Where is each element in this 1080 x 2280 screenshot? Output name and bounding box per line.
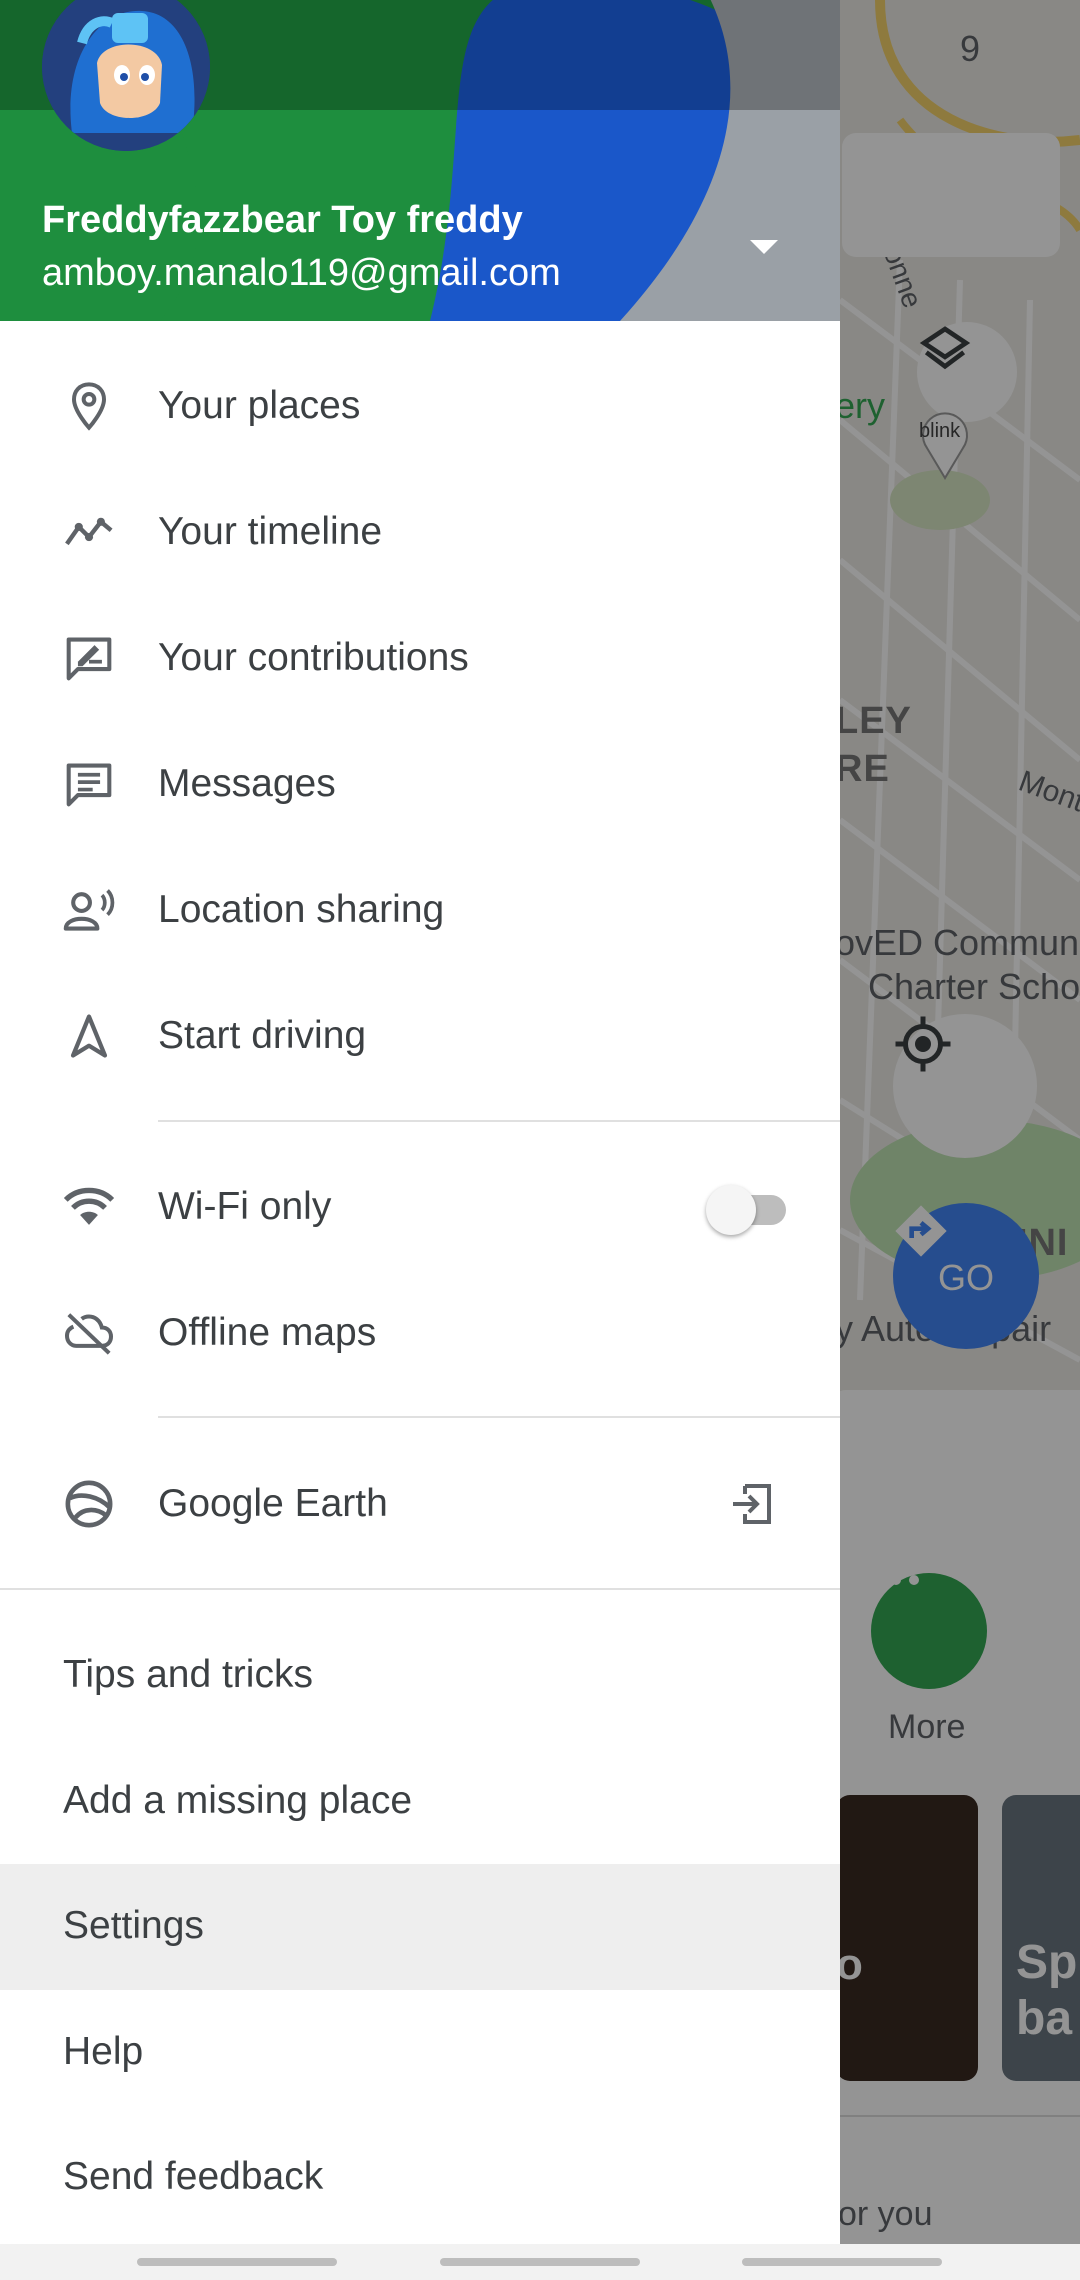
menu-item-label: Add a missing place [63, 1779, 413, 1822]
menu-item-send-feedback[interactable]: Send feedback [0, 2115, 840, 2241]
menu-item-tips-and-tricks[interactable]: Tips and tricks [0, 1613, 840, 1739]
google-earth-icon [60, 1475, 118, 1533]
menu-item-label: Offline maps [158, 1311, 377, 1354]
menu-item-label: Send feedback [63, 2155, 324, 2198]
account-email: amboy.manalo119@gmail.com [42, 252, 561, 294]
account-name: Freddyfazzbear Toy freddy [42, 199, 523, 241]
account-dropdown-icon[interactable] [744, 232, 784, 262]
menu-item-google-earth[interactable]: Google Earth [0, 1441, 840, 1567]
menu-item-label: Messages [158, 762, 336, 805]
menu-item-wifi-only[interactable]: Wi-Fi only [0, 1144, 840, 1270]
menu-item-help[interactable]: Help [0, 1990, 840, 2116]
account-header[interactable]: Freddyfazzbear Toy freddy amboy.manalo11… [0, 0, 840, 321]
menu-item-your-timeline[interactable]: Your timeline [0, 469, 840, 595]
menu-item-start-driving[interactable]: Start driving [0, 973, 840, 1099]
menu-item-label: Your places [158, 384, 361, 427]
menu-item-offline-maps[interactable]: Offline maps [0, 1270, 840, 1396]
navigation-drawer: Freddyfazzbear Toy freddy amboy.manalo11… [0, 0, 840, 2244]
place-pin-icon [60, 377, 118, 435]
system-nav-pill-left[interactable] [137, 2258, 337, 2266]
menu-item-label: Tips and tricks [63, 1653, 313, 1696]
menu-item-messages[interactable]: Messages [0, 721, 840, 847]
system-navigation-bar [0, 2244, 1080, 2280]
menu-item-label: Your contributions [158, 636, 469, 679]
menu-item-label: Your timeline [158, 510, 383, 553]
contributions-icon [60, 629, 118, 687]
menu-item-label: Start driving [158, 1014, 367, 1057]
system-nav-pill-center[interactable] [440, 2258, 640, 2266]
menu-item-settings[interactable]: Settings [0, 1864, 840, 1990]
menu-item-your-places[interactable]: Your places [0, 343, 840, 469]
timeline-icon [60, 503, 118, 561]
open-external-icon [733, 1484, 771, 1524]
navigation-arrow-icon [60, 1007, 118, 1065]
wifi-only-toggle[interactable] [706, 1179, 790, 1235]
toggle-thumb [706, 1185, 756, 1235]
menu-item-label: Google Earth [158, 1482, 388, 1525]
menu-item-label: Location sharing [158, 888, 445, 931]
menu-item-label: Wi-Fi only [158, 1185, 332, 1228]
messages-icon [60, 755, 118, 813]
wifi-icon [60, 1178, 118, 1236]
menu-item-label: Help [63, 2030, 144, 2073]
location-sharing-icon [60, 881, 118, 939]
menu-item-your-contributions[interactable]: Your contributions [0, 595, 840, 721]
divider [158, 1120, 840, 1122]
menu-item-add-missing-place[interactable]: Add a missing place [0, 1739, 840, 1865]
cloud-off-icon [60, 1304, 118, 1362]
menu-item-label: Settings [63, 1904, 204, 1947]
divider [158, 1416, 840, 1418]
menu-item-location-sharing[interactable]: Location sharing [0, 847, 840, 973]
system-nav-pill-right[interactable] [742, 2258, 942, 2266]
divider [0, 1588, 840, 1590]
